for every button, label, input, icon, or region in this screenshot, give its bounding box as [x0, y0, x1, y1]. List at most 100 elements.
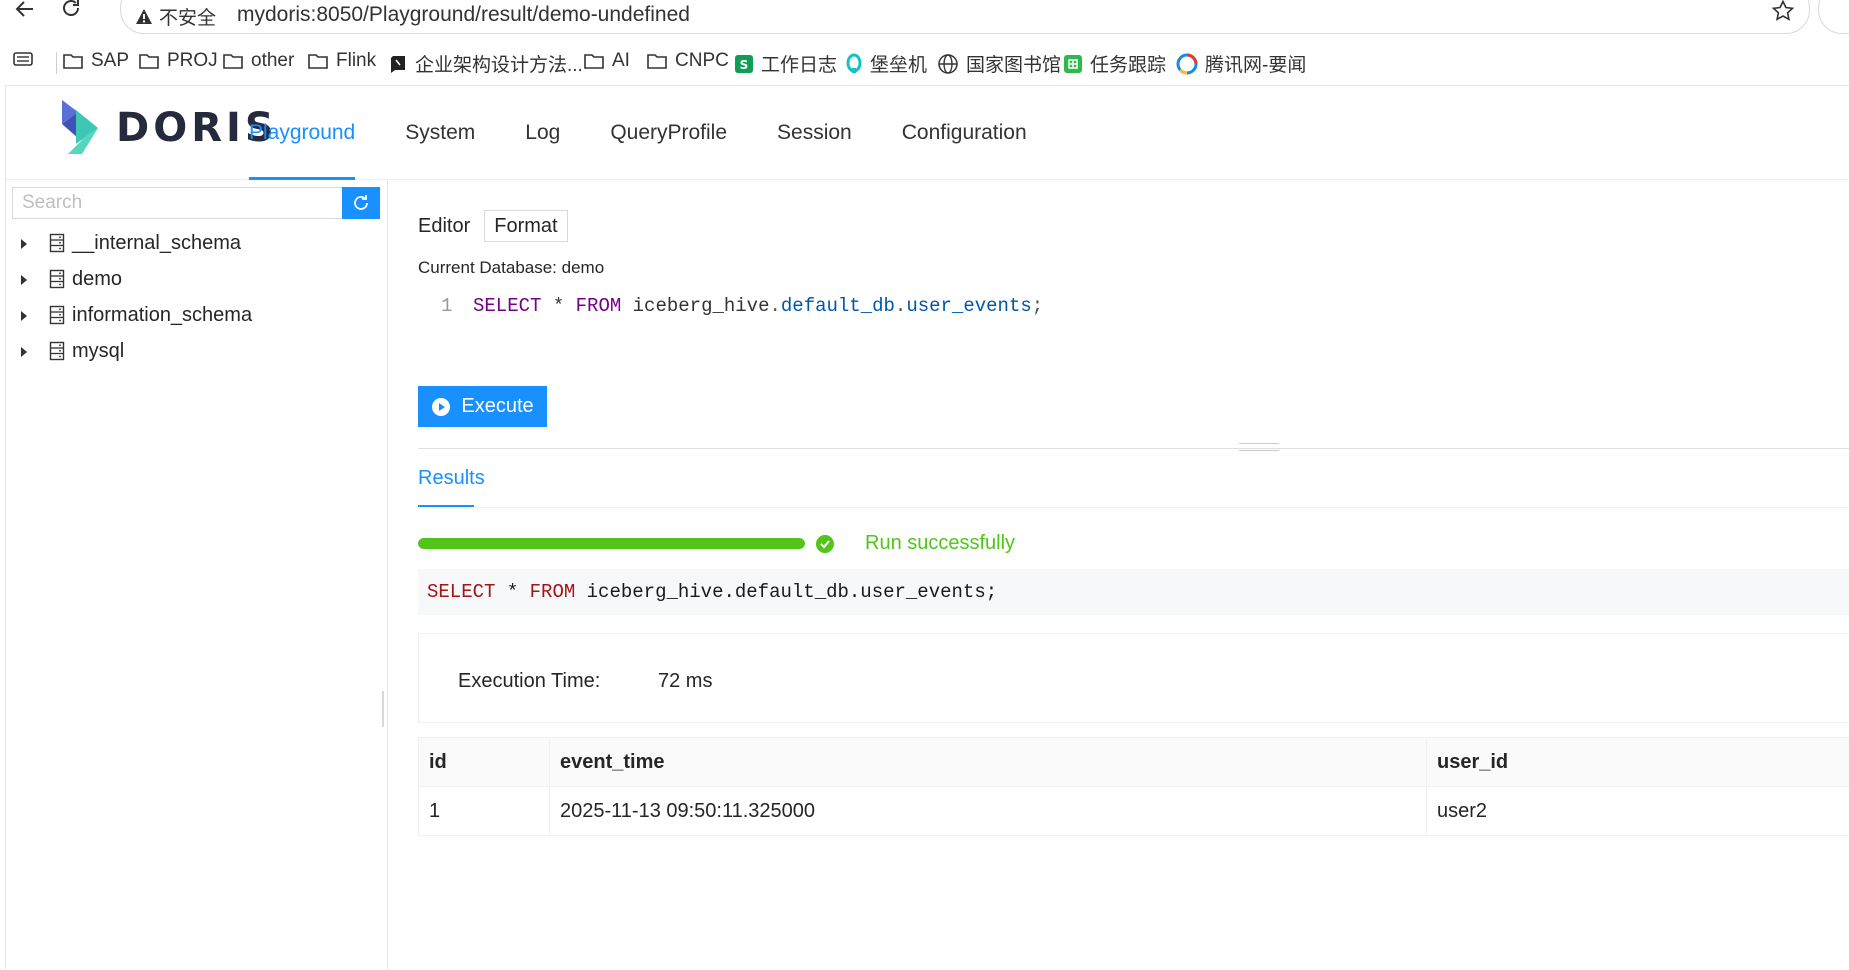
bookmark-label: 堡垒机 — [870, 50, 927, 77]
caret-right-icon[interactable] — [20, 275, 28, 285]
tree-node-internal-schema[interactable]: __internal_schema — [6, 226, 376, 262]
line-number: 1 — [441, 295, 473, 317]
database-sidebar: __internal_schema demo information_schem… — [6, 181, 388, 970]
caret-right-icon[interactable] — [20, 311, 28, 321]
column-header[interactable]: id — [419, 738, 550, 787]
sql-token: * — [495, 581, 529, 603]
menu-session[interactable]: Session — [752, 86, 877, 180]
search-input[interactable] — [12, 187, 342, 219]
url-text[interactable]: mydoris:8050/Playground/result/demo-unde… — [237, 3, 690, 27]
editor-toolbar: Editor Format — [418, 210, 568, 242]
bookmark-sap[interactable]: SAP — [62, 50, 129, 72]
app-header: DORIS Playground System Log QueryProfile… — [6, 86, 1849, 180]
bookmark-task-tracking[interactable]: 任务跟踪 — [1063, 50, 1166, 77]
code-token: iceberg_hive — [621, 295, 769, 317]
bookmark-cnpc[interactable]: CNPC — [646, 50, 729, 72]
sheet-icon: S — [734, 54, 754, 74]
table-row: 1 2025-11-13 09:50:11.325000 user2 — [419, 787, 1849, 836]
tree-node-label: mysql — [72, 340, 124, 363]
run-status: Run successfully — [865, 532, 1015, 555]
folder-icon — [646, 51, 668, 71]
tab-results[interactable]: Results — [418, 467, 485, 490]
tree-node-mysql[interactable]: mysql — [6, 334, 376, 370]
bookmark-star-icon[interactable] — [1771, 0, 1795, 28]
column-header[interactable]: event_time — [550, 738, 1427, 787]
folder-icon — [307, 51, 329, 71]
menu-queryprofile[interactable]: QueryProfile — [585, 86, 752, 180]
database-icon — [49, 233, 65, 253]
tree-node-label: __internal_schema — [72, 232, 241, 255]
doris-logo-icon — [56, 98, 102, 158]
tree-node-label: information_schema — [72, 304, 252, 327]
bookmark-label: 任务跟踪 — [1090, 50, 1166, 77]
search-box — [12, 187, 380, 219]
caret-right-icon[interactable] — [20, 239, 28, 249]
reload-icon[interactable] — [56, 0, 86, 24]
reading-list-icon[interactable] — [12, 50, 34, 68]
menu-playground[interactable]: Playground — [249, 86, 380, 180]
menu-log[interactable]: Log — [500, 86, 585, 180]
sql-keyword: SELECT — [427, 581, 495, 603]
bookmark-label: Flink — [336, 50, 376, 72]
execution-time-label: Execution Time: — [458, 670, 600, 693]
refresh-button[interactable] — [342, 187, 380, 219]
column-header[interactable]: user_id — [1427, 738, 1849, 787]
check-circle-icon — [815, 534, 835, 554]
tab-editor[interactable]: Editor — [418, 215, 470, 238]
folder-icon — [62, 51, 84, 71]
current-database: Current Database: demo — [418, 258, 604, 278]
bookmark-proj[interactable]: PROJ — [138, 50, 218, 72]
profile-button[interactable] — [1818, 0, 1849, 34]
bookmark-other[interactable]: other — [222, 50, 294, 72]
panel-drag-handle[interactable] — [1239, 443, 1279, 451]
code-keyword: FROM — [576, 295, 622, 317]
execute-button[interactable]: Execute — [418, 386, 547, 427]
doris-logo[interactable]: DORIS — [56, 98, 278, 158]
caret-right-icon[interactable] — [20, 347, 28, 357]
address-bar[interactable]: 不安全 mydoris:8050/Playground/result/demo-… — [120, 0, 1810, 34]
editor-results-divider — [418, 448, 1849, 449]
playground-main: Editor Format Current Database: demo 1 S… — [389, 181, 1849, 970]
sidebar-resize-handle[interactable] — [382, 691, 384, 727]
code-keyword: SELECT — [473, 295, 541, 317]
sql-keyword: FROM — [530, 581, 576, 603]
bookmark-label: CNPC — [675, 50, 729, 72]
tree-node-information-schema[interactable]: information_schema — [6, 298, 376, 334]
tree-node-demo[interactable]: demo — [6, 262, 376, 298]
back-arrow-icon[interactable] — [10, 0, 40, 24]
security-label: 不安全 — [159, 3, 216, 30]
book-icon — [388, 54, 408, 74]
bookmarks-separator — [56, 52, 57, 74]
code-token: default_db — [781, 295, 895, 317]
code-token: . — [769, 295, 780, 317]
bookmark-bastion[interactable]: 堡垒机 — [845, 50, 927, 77]
executed-sql: SELECT * FROM iceberg_hive.default_db.us… — [418, 569, 1849, 615]
execution-info: Execution Time: 72 ms — [418, 633, 1849, 723]
table-cell: 2025-11-13 09:50:11.325000 — [550, 787, 1427, 836]
bookmark-flink[interactable]: Flink — [307, 50, 376, 72]
bookmark-label: other — [251, 50, 294, 72]
bookmark-label: AI — [612, 50, 630, 72]
bookmark-label: PROJ — [167, 50, 218, 72]
bastion-icon — [845, 53, 863, 75]
refresh-icon — [351, 193, 371, 213]
table-icon — [1063, 54, 1083, 74]
table-header-row: id event_time user_id — [419, 738, 1849, 787]
table-cell: user2 — [1427, 787, 1849, 836]
bookmark-tencent-news[interactable]: 腾讯网-要闻 — [1176, 50, 1306, 77]
menu-system[interactable]: System — [380, 86, 500, 180]
top-menu: Playground System Log QueryProfile Sessi… — [249, 86, 1052, 180]
bookmark-label: 企业架构设计方法... — [415, 50, 583, 77]
execute-label: Execute — [461, 395, 533, 418]
code-token: ; — [1032, 295, 1043, 317]
globe-icon — [937, 53, 959, 75]
format-button[interactable]: Format — [484, 210, 567, 242]
bookmark-label: 国家图书馆 — [966, 50, 1061, 77]
sql-editor[interactable]: 1 SELECT * FROM iceberg_hive . default_d… — [441, 295, 1043, 317]
bookmark-worklog[interactable]: S 工作日志 — [734, 50, 837, 77]
bookmark-ai[interactable]: AI — [583, 50, 630, 72]
security-warning[interactable]: 不安全 — [135, 3, 216, 30]
bookmark-ea-book[interactable]: 企业架构设计方法... — [388, 50, 583, 77]
menu-configuration[interactable]: Configuration — [877, 86, 1052, 180]
bookmark-library[interactable]: 国家图书馆 — [937, 50, 1061, 77]
